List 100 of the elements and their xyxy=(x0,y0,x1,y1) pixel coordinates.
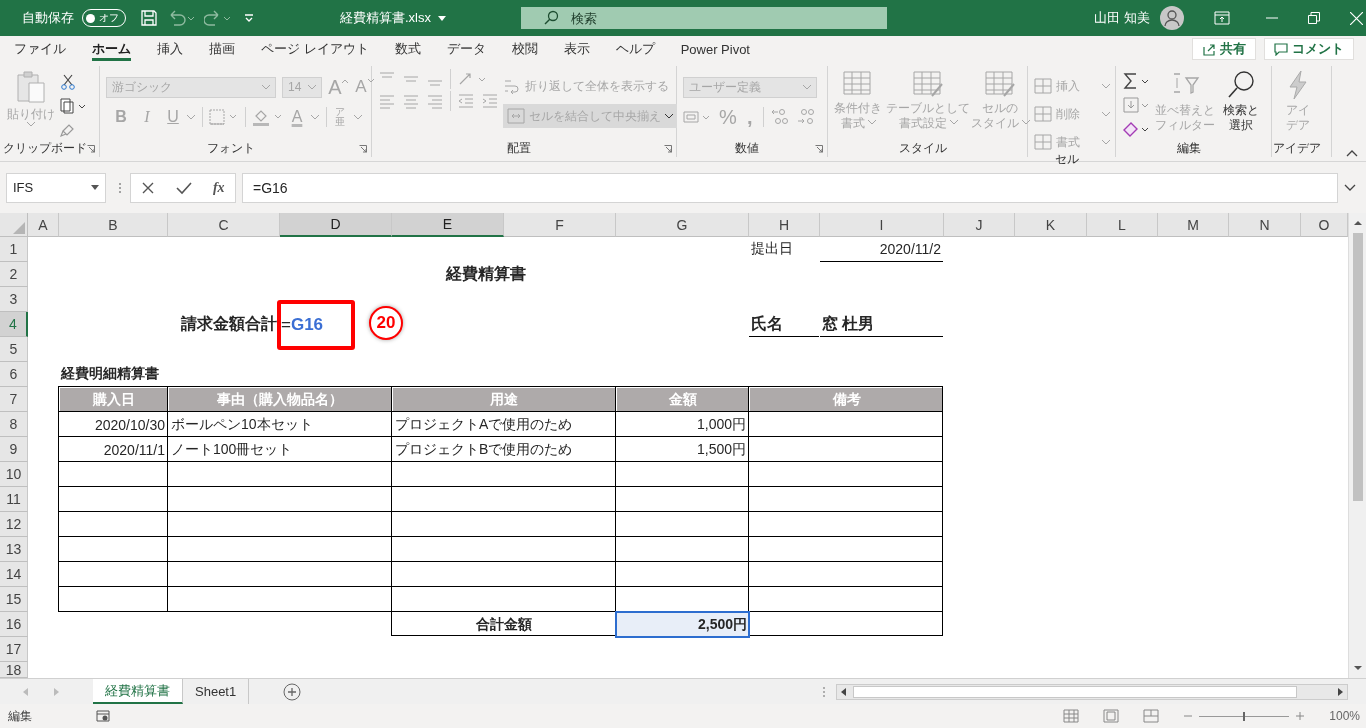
select-all-button[interactable] xyxy=(0,213,28,237)
zoom-in-icon[interactable] xyxy=(1295,711,1306,721)
file-name[interactable]: 経費精算書.xlsx xyxy=(340,9,431,27)
row-header[interactable]: 14 xyxy=(0,562,28,587)
column-header[interactable]: M xyxy=(1158,213,1229,237)
column-header[interactable]: L xyxy=(1087,213,1158,237)
find-select-button[interactable]: 検索と 選択 xyxy=(1218,68,1264,133)
zoom-level[interactable]: 100% xyxy=(1329,709,1360,723)
share-button[interactable]: 共有 xyxy=(1192,38,1256,60)
save-icon[interactable] xyxy=(140,9,158,27)
decimal-decrease-icon[interactable] xyxy=(795,108,816,126)
row-header[interactable]: 13 xyxy=(0,537,28,562)
column-header[interactable]: A xyxy=(28,213,59,237)
previous-sheet-icon[interactable] xyxy=(22,687,30,696)
row-header[interactable]: 2 xyxy=(0,262,28,287)
splitter-icon[interactable] xyxy=(118,180,122,195)
name-box[interactable]: IFS xyxy=(6,172,106,203)
column-header[interactable]: C xyxy=(168,213,280,237)
decimal-increase-icon[interactable] xyxy=(769,108,790,126)
row-header[interactable]: 11 xyxy=(0,487,28,512)
column-header[interactable]: J xyxy=(944,213,1015,237)
minimize-icon[interactable] xyxy=(1265,17,1278,19)
redo-icon[interactable] xyxy=(204,9,230,27)
launcher-icon[interactable] xyxy=(359,145,367,153)
ribbon-tab[interactable]: 数式 xyxy=(381,36,434,62)
row-header[interactable]: 15 xyxy=(0,587,28,612)
macro-record-icon[interactable] xyxy=(96,710,110,722)
avatar-icon[interactable] xyxy=(1159,6,1184,30)
row-header[interactable]: 12 xyxy=(0,512,28,537)
user-name[interactable]: 山田 知美 xyxy=(1094,9,1150,27)
column-header[interactable]: G xyxy=(616,213,749,237)
column-header[interactable]: B xyxy=(59,213,168,237)
copy-icon[interactable] xyxy=(60,98,86,114)
collapse-ribbon-icon[interactable] xyxy=(1346,149,1358,157)
enter-icon[interactable] xyxy=(176,180,193,195)
ribbon-display-icon[interactable] xyxy=(1213,11,1230,25)
row-header[interactable]: 5 xyxy=(0,337,28,362)
close-icon[interactable] xyxy=(1349,11,1363,25)
page-layout-icon[interactable] xyxy=(1103,709,1120,723)
ribbon-tab[interactable]: ファイル xyxy=(1,36,79,62)
ribbon-tab[interactable]: ホーム xyxy=(79,36,144,62)
ribbon-tab[interactable]: 表示 xyxy=(550,36,603,62)
row-header[interactable]: 17 xyxy=(0,637,28,662)
formula-cell[interactable]: =G16 xyxy=(277,300,355,350)
indent-increase-icon[interactable] xyxy=(481,93,499,109)
scroll-thumb[interactable] xyxy=(1352,233,1363,501)
row-header[interactable]: 3 xyxy=(0,287,28,312)
row-header[interactable]: 18 xyxy=(0,662,28,678)
ribbon-tab[interactable]: Power Pivot xyxy=(667,36,763,62)
format-painter-icon[interactable] xyxy=(60,122,76,138)
ribbon-tab[interactable]: 校閲 xyxy=(498,36,551,62)
fill-color-icon[interactable] xyxy=(252,108,284,126)
normal-view-icon[interactable] xyxy=(1063,709,1080,723)
ribbon-tab[interactable]: データ xyxy=(433,36,499,62)
customize-icon[interactable] xyxy=(244,13,254,23)
column-header[interactable]: N xyxy=(1229,213,1301,237)
caret-icon[interactable] xyxy=(438,15,446,21)
column-header[interactable]: F xyxy=(504,213,616,237)
scroll-thumb[interactable] xyxy=(853,685,1297,698)
column-header[interactable]: E xyxy=(392,213,504,237)
column-header[interactable]: O xyxy=(1301,213,1348,237)
column-header[interactable]: H xyxy=(749,213,820,237)
expand-icon[interactable] xyxy=(1344,183,1356,192)
restore-icon[interactable] xyxy=(1307,12,1320,24)
row-header[interactable]: 7 xyxy=(0,387,28,412)
row-header[interactable]: 8 xyxy=(0,412,28,437)
row-header[interactable]: 16 xyxy=(0,612,28,637)
launcher-icon[interactable] xyxy=(815,145,823,153)
slider-thumb[interactable] xyxy=(1243,711,1246,721)
insert-function-button[interactable]: fx xyxy=(212,179,225,196)
search-field[interactable]: 検索 xyxy=(521,7,887,29)
ribbon-tab[interactable]: ページ レイアウト xyxy=(248,36,382,62)
row-header[interactable]: 9 xyxy=(0,437,28,462)
align-lines-icon[interactable] xyxy=(402,93,420,109)
column-header[interactable]: D xyxy=(280,213,392,237)
vertical-scrollbar[interactable] xyxy=(1348,213,1366,678)
launcher-icon[interactable] xyxy=(664,145,672,153)
row-header[interactable]: 10 xyxy=(0,462,28,487)
horizontal-scrollbar[interactable] xyxy=(836,683,1348,700)
scissors-icon[interactable] xyxy=(60,74,76,90)
cancel-icon[interactable] xyxy=(141,180,156,195)
splitter-icon[interactable] xyxy=(822,685,826,698)
page-break-icon[interactable] xyxy=(1143,709,1160,723)
next-sheet-icon[interactable] xyxy=(52,687,60,696)
align-lines-icon[interactable] xyxy=(378,93,396,109)
row-header[interactable]: 1 xyxy=(0,237,28,262)
align-lines-icon[interactable] xyxy=(426,93,444,109)
row-header[interactable]: 6 xyxy=(0,362,28,387)
launcher-icon[interactable] xyxy=(87,145,95,153)
border-icon[interactable] xyxy=(209,109,239,125)
column-header[interactable]: I xyxy=(820,213,944,237)
row-header[interactable]: 4 xyxy=(0,312,28,337)
column-header[interactable]: K xyxy=(1015,213,1087,237)
sheet-tab[interactable]: 経費精算書 xyxy=(93,679,183,704)
ribbon-tab[interactable]: ヘルプ xyxy=(602,36,668,62)
indent-decrease-icon[interactable] xyxy=(457,93,475,109)
ribbon-tab[interactable]: 描画 xyxy=(196,36,248,62)
undo-icon[interactable] xyxy=(168,9,194,27)
add-sheet-icon[interactable] xyxy=(283,682,302,701)
formula-field[interactable]: =G16 xyxy=(242,172,1338,203)
